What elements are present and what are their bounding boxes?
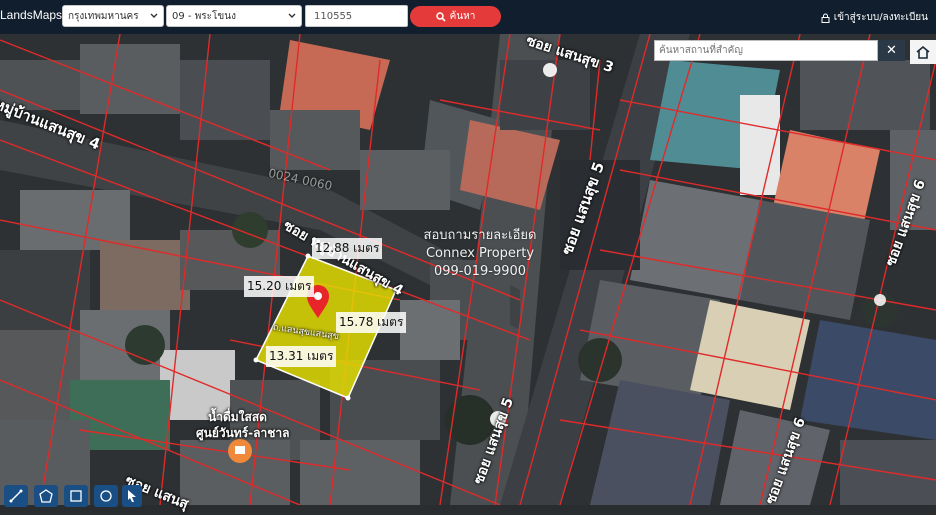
circle-icon (100, 490, 112, 502)
login-label: เข้าสู่ระบบ/ลงทะเบียน (833, 12, 928, 23)
measurement-left: 15.20 เมตร (244, 276, 315, 297)
province-select[interactable]: กรุงเทพมหานคร (62, 5, 164, 27)
rectangle-tool[interactable] (64, 485, 88, 507)
search-button[interactable]: ค้นหา (410, 6, 501, 27)
top-navbar: LandsMaps กรุงเทพมหานคร 09 - พระโขนง ค้น… (0, 0, 936, 34)
watermark: สอบถามรายละเอียด Connex Property 099-019… (395, 227, 565, 281)
watermark-line1: สอบถามรายละเอียด (423, 228, 537, 243)
chevron-down-icon (288, 13, 296, 18)
search-icon (435, 11, 446, 22)
landmark-search-input[interactable] (654, 40, 878, 61)
clear-search-button[interactable]: ✕ (878, 40, 905, 61)
search-button-label: ค้นหา (449, 11, 476, 22)
measurement-top: 12.88 เมตร (312, 238, 383, 259)
home-button[interactable] (910, 40, 936, 64)
circle-tool[interactable] (94, 485, 118, 507)
deed-number-input[interactable] (305, 5, 408, 27)
measurement-bottom: 13.31 เมตร (266, 346, 337, 367)
draw-line-tool[interactable] (4, 485, 28, 507)
login-link[interactable]: เข้าสู่ระบบ/ลงทะเบียน (821, 10, 928, 25)
brand-logo[interactable]: LandsMaps (0, 8, 62, 22)
watermark-line3: 099-019-9900 (433, 264, 527, 279)
polygon-tool[interactable] (34, 485, 58, 507)
province-select-value: กรุงเทพมหานคร (68, 10, 139, 22)
home-icon (916, 45, 930, 59)
rectangle-icon (70, 490, 82, 502)
draw-line-icon (9, 489, 23, 503)
watermark-line2: Connex Property (425, 246, 535, 261)
district-select[interactable]: 09 - พระโขนง (166, 5, 302, 27)
district-select-value: 09 - พระโขนง (172, 10, 236, 22)
poi-label-line2: ศูนย์วันทร์-ลาชาล (196, 426, 290, 440)
cursor-icon (128, 490, 136, 502)
lock-icon (821, 13, 830, 23)
polygon-icon (39, 489, 53, 503)
cursor-tool[interactable] (122, 485, 142, 507)
measurement-right: 15.78 เมตร (336, 312, 407, 333)
chevron-down-icon (150, 13, 158, 18)
